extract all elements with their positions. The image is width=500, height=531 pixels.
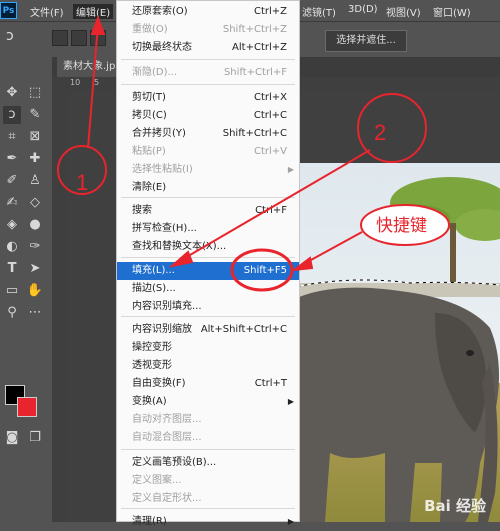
annotation-arrow-1 bbox=[87, 23, 99, 149]
annotation-step-1-label: 1 bbox=[76, 170, 88, 195]
annotation-shortcut-label: 快捷键 bbox=[376, 216, 427, 236]
watermark: Bai 经验 bbox=[424, 497, 486, 515]
annotation-shortcut-ellipse bbox=[230, 248, 294, 292]
annotation-overlay: 1 2 快捷键 bbox=[57, 15, 450, 292]
annotation-arrowhead-1 bbox=[90, 15, 106, 35]
annotation-arrowhead-2 bbox=[168, 250, 194, 268]
annotation-arrow-2 bbox=[177, 149, 371, 263]
annotation-arrowhead-3 bbox=[290, 256, 314, 272]
annotation-step-2-label: 2 bbox=[374, 120, 386, 145]
